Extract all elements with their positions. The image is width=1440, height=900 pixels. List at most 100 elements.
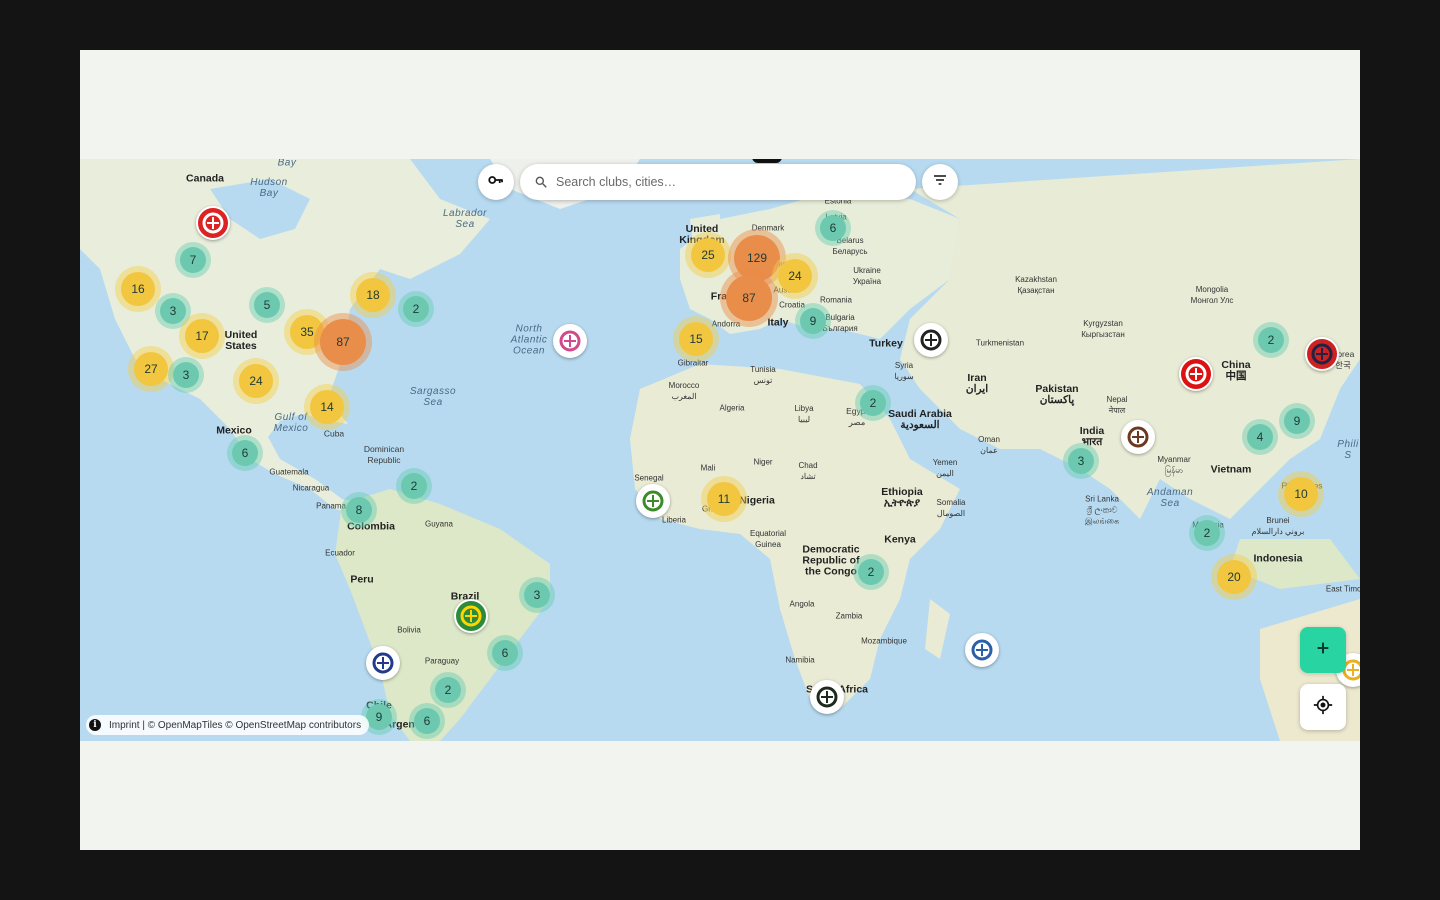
cluster-marker[interactable]: 9 (1279, 403, 1315, 439)
key-button[interactable] (478, 164, 514, 200)
cluster-count: 6 (414, 708, 440, 734)
plus-icon (1315, 640, 1331, 661)
cluster-count: 24 (239, 364, 273, 398)
nepal-club-logo[interactable] (1121, 420, 1155, 454)
cluster-marker[interactable]: 15 (673, 316, 719, 362)
search-bar[interactable] (520, 164, 916, 200)
cluster-marker[interactable]: 24 (772, 253, 818, 299)
search-icon (534, 175, 548, 189)
cluster-marker[interactable]: 2 (855, 385, 891, 421)
map-label: Sri Lanka ශ්‍රී ලංකාව இலங்கை (1084, 494, 1120, 526)
senegal-club-logo[interactable] (636, 484, 670, 518)
attribution-text[interactable]: Imprint | © OpenMapTiles © OpenStreetMap… (109, 720, 361, 731)
map-label: Saudi Arabia السعودية (888, 408, 952, 431)
world-map-club-logo[interactable] (553, 324, 587, 358)
map-label: Algeria (719, 403, 745, 413)
map-label: Labrador Sea (442, 208, 488, 230)
map-label: China 中国 (1221, 359, 1251, 382)
cluster-count: 7 (180, 247, 206, 273)
info-icon[interactable]: i (89, 719, 101, 731)
cluster-marker[interactable]: 25 (685, 232, 731, 278)
map-label: Vietnam (1210, 463, 1252, 476)
map-label: Iran ایران (965, 372, 989, 395)
map-label: Hudson Bay (250, 177, 288, 199)
cluster-marker[interactable]: 87 (314, 313, 372, 371)
cluster-marker[interactable]: 27 (128, 346, 174, 392)
cluster-marker[interactable]: 17 (179, 313, 225, 359)
cluster-marker[interactable]: 5 (249, 287, 285, 323)
brazil-club-logo[interactable] (454, 599, 488, 633)
bolivia-club-logo[interactable] (366, 646, 400, 680)
cluster-count: 2 (860, 390, 886, 416)
map-label: Zambia (835, 611, 863, 621)
cluster-marker[interactable]: 3 (1063, 443, 1099, 479)
cluster-count: 4 (1247, 424, 1273, 450)
cluster-count: 2 (1258, 327, 1284, 353)
crosshair-icon (1313, 695, 1333, 720)
map-label: Ecuador (325, 548, 355, 558)
cluster-count: 87 (726, 275, 772, 321)
map-label: East Timor (1325, 584, 1360, 594)
cluster-marker[interactable]: 7 (175, 242, 211, 278)
south-africa-club-logo[interactable] (810, 680, 844, 714)
cluster-marker[interactable]: 2 (396, 468, 432, 504)
cluster-marker[interactable]: 2 (1253, 322, 1289, 358)
map-label: Ethiopia ኢትዮጵያ (881, 486, 923, 509)
cluster-count: 3 (160, 298, 186, 324)
china-club-logo[interactable] (1179, 357, 1213, 391)
map-label: Paraguay (424, 656, 460, 666)
cluster-count: 8 (346, 497, 372, 523)
cluster-marker[interactable]: 2 (398, 291, 434, 327)
cluster-marker[interactable]: 11 (701, 476, 747, 522)
world-map[interactable]: Canada Bay Hudson Bay Labrador Sea United State… (80, 159, 1360, 741)
cluster-count: 2 (1194, 520, 1220, 546)
cluster-marker[interactable]: 87 (720, 269, 778, 327)
map-label: Senegal (634, 473, 664, 483)
cluster-marker[interactable]: 20 (1211, 554, 1257, 600)
add-club-button[interactable] (1300, 627, 1346, 673)
cluster-marker[interactable]: 6 (227, 435, 263, 471)
map-label: Equatorial Guinea (749, 529, 787, 549)
map-label: Yemen اليمن (932, 458, 958, 478)
cluster-marker[interactable]: 3 (168, 357, 204, 393)
map-label: Libya ليبيا (794, 404, 814, 424)
map-label: Nepal नेपाल (1106, 395, 1128, 415)
map-label: Pakistan پاکستان (1035, 383, 1079, 406)
mozambique-club-logo[interactable] (965, 633, 999, 667)
armenia-club-logo[interactable] (914, 323, 948, 357)
cluster-count: 6 (232, 440, 258, 466)
key-icon (487, 171, 505, 194)
cluster-marker[interactable]: 2 (430, 672, 466, 708)
cluster-marker[interactable]: 2 (1189, 515, 1225, 551)
map-label: Kazakhstan Қазақстан (1015, 275, 1057, 295)
cluster-marker[interactable]: 8 (341, 492, 377, 528)
locate-me-button[interactable] (1300, 684, 1346, 730)
cluster-count: 9 (1284, 408, 1310, 434)
search-input[interactable] (554, 174, 888, 190)
cluster-marker[interactable]: 24 (233, 358, 279, 404)
cluster-count: 3 (173, 362, 199, 388)
cluster-marker[interactable]: 6 (487, 635, 523, 671)
map-label: Sargasso Sea (409, 386, 457, 408)
cluster-marker[interactable]: 3 (519, 577, 555, 613)
cluster-marker[interactable]: 6 (409, 703, 445, 739)
cluster-marker[interactable]: 18 (350, 272, 396, 318)
cluster-marker[interactable]: 14 (304, 384, 350, 430)
cluster-count: 5 (254, 292, 280, 318)
cluster-marker[interactable]: 6 (815, 210, 851, 246)
korea-club-logo[interactable] (1305, 337, 1339, 371)
cluster-marker[interactable]: 10 (1278, 471, 1324, 517)
cluster-marker[interactable]: 2 (853, 554, 889, 590)
cluster-count: 2 (401, 473, 427, 499)
cluster-marker[interactable]: 16 (115, 266, 161, 312)
partial-club-logo[interactable] (752, 159, 782, 163)
cluster-count: 6 (492, 640, 518, 666)
map-label: Mongolia Монгол Улс (1190, 285, 1234, 305)
cluster-marker[interactable]: 4 (1242, 419, 1278, 455)
map-label: Kenya (884, 533, 916, 546)
map-label: Kyrgyzstan Кыргызстан (1081, 319, 1125, 339)
filter-button[interactable] (922, 164, 958, 200)
cluster-count: 25 (691, 238, 725, 272)
cluster-marker[interactable]: 9 (795, 303, 831, 339)
canada-maple-club-logo[interactable] (196, 206, 230, 240)
